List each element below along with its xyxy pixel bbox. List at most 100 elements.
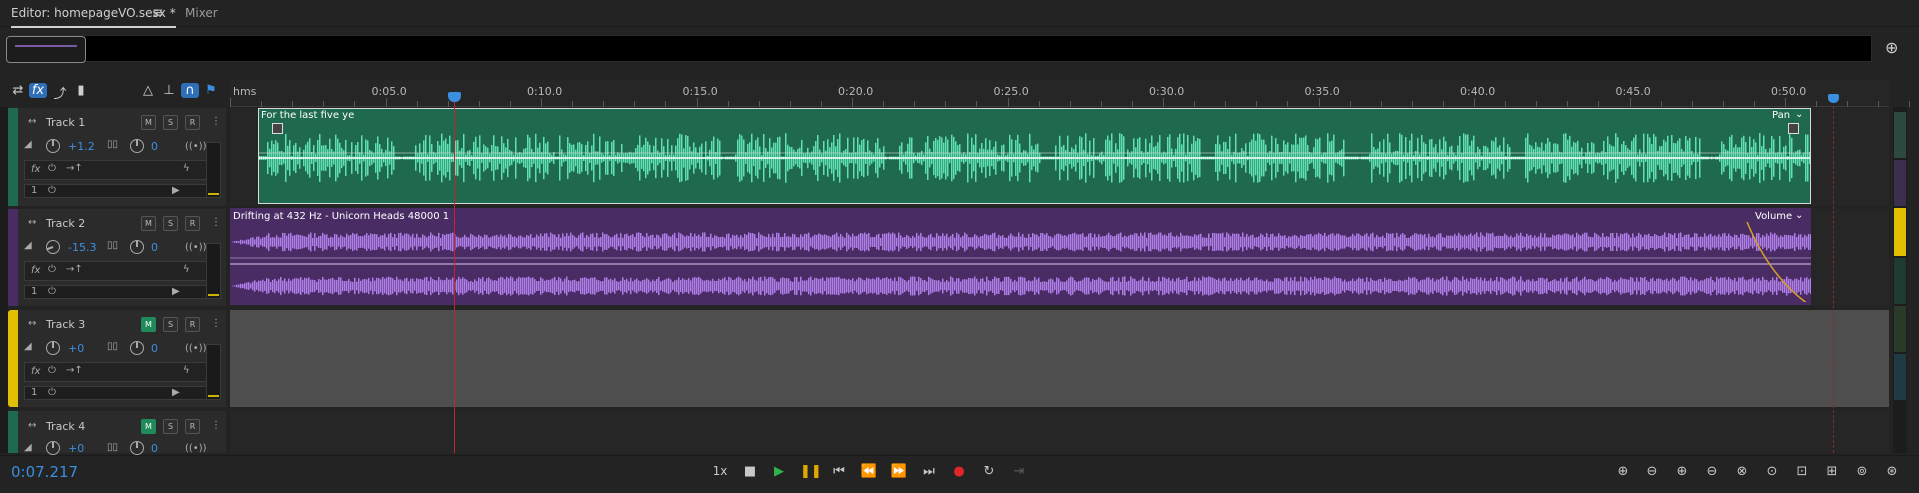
power-icon[interactable]: ⏻ (48, 365, 56, 376)
solo-button[interactable]: S (163, 216, 178, 231)
drag-handle-icon[interactable]: ↔ (28, 217, 36, 228)
pan-value[interactable]: 0 (151, 140, 158, 153)
pan-knob[interactable] (130, 341, 144, 355)
track-menu-icon[interactable]: ⋮ (211, 420, 221, 431)
skip-selection-icon[interactable]: ⇥ (1010, 464, 1028, 479)
pan-value[interactable]: 0 (151, 442, 158, 455)
tab-mixer[interactable]: Mixer (185, 6, 218, 20)
clip-envelope-param[interactable]: Pan (1772, 110, 1790, 121)
stereo-icon[interactable]: ((•)) (185, 443, 207, 454)
drag-handle-icon[interactable]: ↔ (28, 318, 36, 329)
solo-button[interactable]: S (163, 317, 178, 332)
record-arm-button[interactable]: R (185, 216, 200, 231)
track-lane-selected[interactable] (230, 310, 1889, 407)
track-name[interactable]: Track 4 (46, 420, 85, 433)
pan-value[interactable]: 0 (151, 342, 158, 355)
rewind-icon[interactable]: ⏪ (860, 464, 878, 479)
track-menu-icon[interactable]: ⋮ (211, 318, 221, 329)
lightning-icon[interactable]: ϟ (183, 264, 190, 275)
pan-knob[interactable] (130, 441, 144, 455)
skip-end-icon[interactable]: ⏭ (920, 464, 938, 479)
send-icon[interactable]: ⤴ (51, 83, 69, 102)
metronome-icon[interactable]: △ (139, 83, 157, 98)
track-menu-icon[interactable]: ⋮ (211, 217, 221, 228)
mute-button[interactable]: M (141, 115, 156, 130)
chevron-down-icon[interactable]: ⌄ (1795, 210, 1803, 221)
play-icon[interactable]: ▶ (770, 464, 788, 479)
session-overview[interactable] (6, 35, 1872, 62)
pin-icon[interactable]: ⊥ (160, 83, 178, 98)
track-lane[interactable] (230, 411, 1889, 453)
volume-value[interactable]: +1.2 (68, 140, 95, 153)
pan-knob[interactable] (130, 139, 144, 153)
zoom-to-fit-icon[interactable]: ⊕ (1885, 38, 1898, 57)
record-arm-button[interactable]: R (185, 419, 200, 434)
clip-envelope-param[interactable]: Volume (1755, 211, 1792, 222)
send-icon[interactable]: →↑ (66, 365, 83, 376)
power-icon[interactable]: ⏻ (48, 163, 56, 174)
power-icon[interactable]: ⏻ (48, 387, 56, 398)
zoom-in-time-icon[interactable]: ⊕ (1671, 464, 1693, 479)
zoom-selection-icon[interactable]: ⊞ (1821, 464, 1843, 479)
track-name[interactable]: Track 2 (46, 217, 85, 230)
play-arrow-icon[interactable]: ▶ (172, 387, 180, 398)
record-arm-button[interactable]: R (185, 317, 200, 332)
play-arrow-icon[interactable]: ▶ (172, 185, 180, 196)
zoom-in-amplitude-icon[interactable]: ⊕ (1612, 464, 1634, 479)
playback-speed[interactable]: 1x (711, 464, 729, 478)
fx-icon[interactable]: fx (29, 83, 47, 98)
pan-value[interactable]: 0 (151, 241, 158, 254)
pan-knob[interactable] (130, 240, 144, 254)
send-icon[interactable]: →↑ (66, 264, 83, 275)
record-arm-button[interactable]: R (185, 115, 200, 130)
lightning-icon[interactable]: ϟ (183, 163, 190, 174)
volume-value[interactable]: +0 (68, 342, 84, 355)
send-icon[interactable]: →↑ (66, 163, 83, 174)
solo-button[interactable]: S (163, 419, 178, 434)
meter-icon[interactable]: ▮ (72, 83, 90, 98)
mute-button[interactable]: M (141, 216, 156, 231)
panel-menu-icon[interactable]: ≡ (152, 5, 164, 21)
scrollbar-thumb[interactable] (1894, 208, 1906, 256)
track-name[interactable]: Track 3 (46, 318, 85, 331)
playhead-line[interactable] (454, 98, 455, 453)
stereo-icon[interactable]: ((•)) (185, 242, 207, 253)
stop-icon[interactable]: ■ (741, 464, 759, 479)
snap-icon[interactable]: ∩ (181, 83, 199, 98)
drag-handle-icon[interactable]: ↔ (28, 420, 36, 431)
power-icon[interactable]: ⏻ (48, 264, 56, 275)
track-menu-icon[interactable]: ⋮ (211, 116, 221, 127)
zoom-out-time-icon[interactable]: ⊖ (1701, 464, 1723, 479)
skip-start-icon[interactable]: ⏮ (830, 464, 848, 479)
zoom-to-selection-icon[interactable]: ⊡ (1791, 464, 1813, 479)
stereo-icon[interactable]: ((•)) (185, 343, 207, 354)
chevron-down-icon[interactable]: ⌄ (1795, 109, 1803, 120)
zoom-in-point-icon[interactable]: ⊙ (1761, 464, 1783, 479)
power-icon[interactable]: ⏻ (48, 286, 56, 297)
mute-button[interactable]: M (141, 317, 156, 332)
volume-knob[interactable] (46, 441, 60, 455)
switch-icon[interactable]: ⇄ (9, 83, 27, 98)
stereo-icon[interactable]: ((•)) (185, 141, 207, 152)
record-icon[interactable]: ● (950, 464, 968, 479)
session-end-marker-icon[interactable] (1828, 94, 1839, 103)
volume-value[interactable]: +0 (68, 442, 84, 455)
volume-knob[interactable] (46, 341, 60, 355)
pause-icon[interactable]: ❚❚ (800, 464, 822, 479)
overview-view-thumb[interactable] (6, 36, 86, 63)
loop-icon[interactable]: ↻ (980, 464, 998, 479)
lightning-icon[interactable]: ϟ (183, 365, 190, 376)
zoom-out-full-icon[interactable]: ⊗ (1731, 464, 1753, 479)
zoom-reset-icon[interactable]: ⊚ (1851, 464, 1873, 479)
solo-button[interactable]: S (163, 115, 178, 130)
volume-knob[interactable] (46, 139, 60, 153)
drag-handle-icon[interactable]: ↔ (28, 116, 36, 127)
track-name[interactable]: Track 1 (46, 116, 85, 129)
power-icon[interactable]: ⏻ (48, 185, 56, 196)
play-arrow-icon[interactable]: ▶ (172, 286, 180, 297)
mute-button[interactable]: M (141, 419, 156, 434)
zoom-out-amplitude-icon[interactable]: ⊖ (1641, 464, 1663, 479)
fast-forward-icon[interactable]: ⏩ (890, 464, 908, 479)
volume-value[interactable]: -15.3 (68, 241, 96, 254)
marker-icon[interactable]: ⚑ (202, 83, 220, 98)
